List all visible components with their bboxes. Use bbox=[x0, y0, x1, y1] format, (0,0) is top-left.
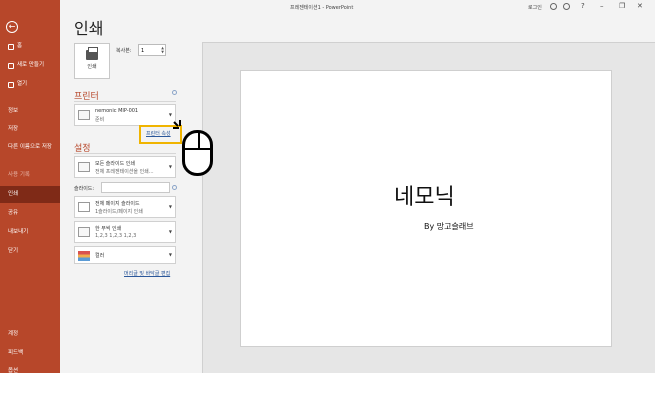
restore-button[interactable]: ❐ bbox=[619, 2, 625, 10]
help-icon[interactable]: ? bbox=[581, 2, 585, 10]
title-bar: 프레젠테이션1 - PowerPoint 로그인 ? – ❐ ✕ bbox=[60, 0, 655, 12]
sidebar-item-options[interactable]: 옵션 bbox=[0, 363, 60, 373]
copies-label: 복사본: bbox=[116, 48, 132, 54]
full-page-slide-icon bbox=[78, 202, 90, 212]
color-dropdown[interactable]: 컬러 ▼ bbox=[74, 246, 176, 264]
slide-preview: 네모닉 By 망고슬래브 bbox=[240, 70, 612, 347]
sidebar-item-label: 열기 bbox=[17, 81, 28, 87]
sidebar-item-label: 저장 bbox=[8, 126, 19, 132]
chevron-down-icon: ▼ bbox=[168, 204, 172, 209]
chevron-down-icon: ▼ bbox=[168, 164, 172, 169]
slide-subtitle: By 망고슬래브 bbox=[424, 222, 474, 231]
header-footer-link[interactable]: 머리글 및 바닥글 편집 bbox=[124, 270, 170, 277]
divider bbox=[74, 101, 176, 102]
sidebar-item-close[interactable]: 닫기 bbox=[0, 243, 60, 260]
sidebar-item-new[interactable]: 새로 만들기 bbox=[0, 57, 60, 74]
page-title: 인쇄 bbox=[74, 19, 104, 38]
smile-feedback-icon[interactable] bbox=[550, 3, 557, 10]
color-swatch-icon bbox=[78, 251, 90, 261]
print-button[interactable]: 인쇄 bbox=[74, 43, 110, 79]
layout-sub: 1슬라이드/페이지 인쇄 bbox=[95, 209, 143, 215]
slides-input[interactable] bbox=[101, 182, 170, 193]
divider bbox=[74, 153, 176, 154]
chevron-down-icon: ▼ bbox=[168, 229, 172, 234]
folder-icon bbox=[8, 81, 14, 88]
powerpoint-backstage: ← 홈 새로 만들기 열기 정보 저장 다른 이름으로 저장 사용 기록 인쇄 bbox=[0, 0, 655, 373]
close-button[interactable]: ✕ bbox=[637, 2, 643, 10]
minimize-button[interactable]: – bbox=[600, 2, 604, 10]
sidebar-item-info[interactable]: 정보 bbox=[0, 103, 60, 120]
collate-main: 한 부씩 인쇄 bbox=[95, 226, 122, 232]
sidebar-item-label: 인쇄 bbox=[8, 191, 19, 197]
sidebar-item-account[interactable]: 계정 bbox=[0, 326, 60, 343]
sign-in-link[interactable]: 로그인 bbox=[528, 4, 542, 11]
sidebar-item-history: 사용 기록 bbox=[0, 167, 60, 184]
home-icon bbox=[8, 43, 14, 50]
printer-dropdown[interactable]: nemonic MIP-001 준비 ▼ bbox=[74, 104, 176, 126]
sidebar-item-label: 정보 bbox=[8, 108, 19, 114]
sidebar-item-export[interactable]: 내보내기 bbox=[0, 224, 60, 241]
color-main: 컬러 bbox=[95, 253, 105, 259]
print-button-label: 인쇄 bbox=[87, 64, 97, 70]
collate-sub: 1,2,3 1,2,3 1,2,3 bbox=[95, 233, 137, 239]
printer-name: nemonic MIP-001 bbox=[95, 108, 139, 114]
sidebar-item-share[interactable]: 공유 bbox=[0, 205, 60, 222]
copies-stepper[interactable]: 1 ▲ ▼ bbox=[138, 44, 166, 56]
chevron-down-icon: ▼ bbox=[168, 252, 172, 257]
sidebar-item-label: 계정 bbox=[8, 331, 19, 337]
layout-main: 전체 페이지 슬라이드 bbox=[95, 201, 140, 207]
print-range-sub: 전체 프레젠테이션을 인쇄... bbox=[95, 169, 154, 175]
printer-icon bbox=[86, 47, 98, 60]
sidebar-item-save[interactable]: 저장 bbox=[0, 121, 60, 138]
printer-status: 준비 bbox=[95, 117, 105, 123]
new-file-icon bbox=[8, 62, 14, 69]
chevron-down-icon: ▼ bbox=[168, 112, 172, 117]
printer-device-icon bbox=[78, 110, 90, 120]
collate-dropdown[interactable]: 한 부씩 인쇄 1,2,3 1,2,3 1,2,3 ▼ bbox=[74, 221, 176, 243]
sidebar-item-home[interactable]: 홈 bbox=[0, 38, 60, 55]
sidebar-item-feedback[interactable]: 피드백 bbox=[0, 345, 60, 362]
info-icon[interactable] bbox=[172, 185, 177, 190]
sidebar-item-label: 내보내기 bbox=[8, 229, 29, 235]
sidebar-item-print[interactable]: 인쇄 bbox=[0, 186, 60, 203]
back-arrow-icon[interactable]: ← bbox=[6, 21, 18, 33]
frown-feedback-icon[interactable] bbox=[563, 3, 570, 10]
sidebar-item-label: 다른 이름으로 저장 bbox=[8, 144, 52, 150]
slides-icon bbox=[78, 162, 90, 172]
layout-dropdown[interactable]: 전체 페이지 슬라이드 1슬라이드/페이지 인쇄 ▼ bbox=[74, 196, 176, 218]
print-range-main: 모든 슬라이드 인쇄 bbox=[95, 161, 135, 167]
slides-label: 슬라이드: bbox=[74, 186, 95, 192]
sidebar-item-label: 피드백 bbox=[8, 350, 24, 356]
sidebar-item-label: 공유 bbox=[8, 210, 19, 216]
window-title: 프레젠테이션1 - PowerPoint bbox=[290, 5, 354, 11]
copies-value: 1 bbox=[141, 48, 145, 54]
print-range-dropdown[interactable]: 모든 슬라이드 인쇄 전체 프레젠테이션을 인쇄... ▼ bbox=[74, 156, 176, 178]
slide-title: 네모닉 bbox=[394, 185, 455, 210]
mouse-click-icon bbox=[182, 130, 213, 176]
sidebar-item-label: 닫기 bbox=[8, 248, 19, 254]
backstage-sidebar: ← 홈 새로 만들기 열기 정보 저장 다른 이름으로 저장 사용 기록 인쇄 bbox=[0, 0, 60, 373]
sidebar-item-label: 새로 만들기 bbox=[17, 62, 45, 68]
collate-icon bbox=[78, 227, 90, 237]
info-icon[interactable] bbox=[172, 90, 177, 95]
sidebar-item-save-as[interactable]: 다른 이름으로 저장 bbox=[0, 142, 56, 164]
sidebar-item-label: 사용 기록 bbox=[8, 172, 30, 178]
sidebar-item-label: 홈 bbox=[17, 43, 23, 49]
sidebar-item-open[interactable]: 열기 bbox=[0, 76, 60, 93]
sidebar-item-label: 옵션 bbox=[8, 368, 19, 373]
spin-arrows-icon[interactable]: ▲ ▼ bbox=[161, 46, 164, 54]
